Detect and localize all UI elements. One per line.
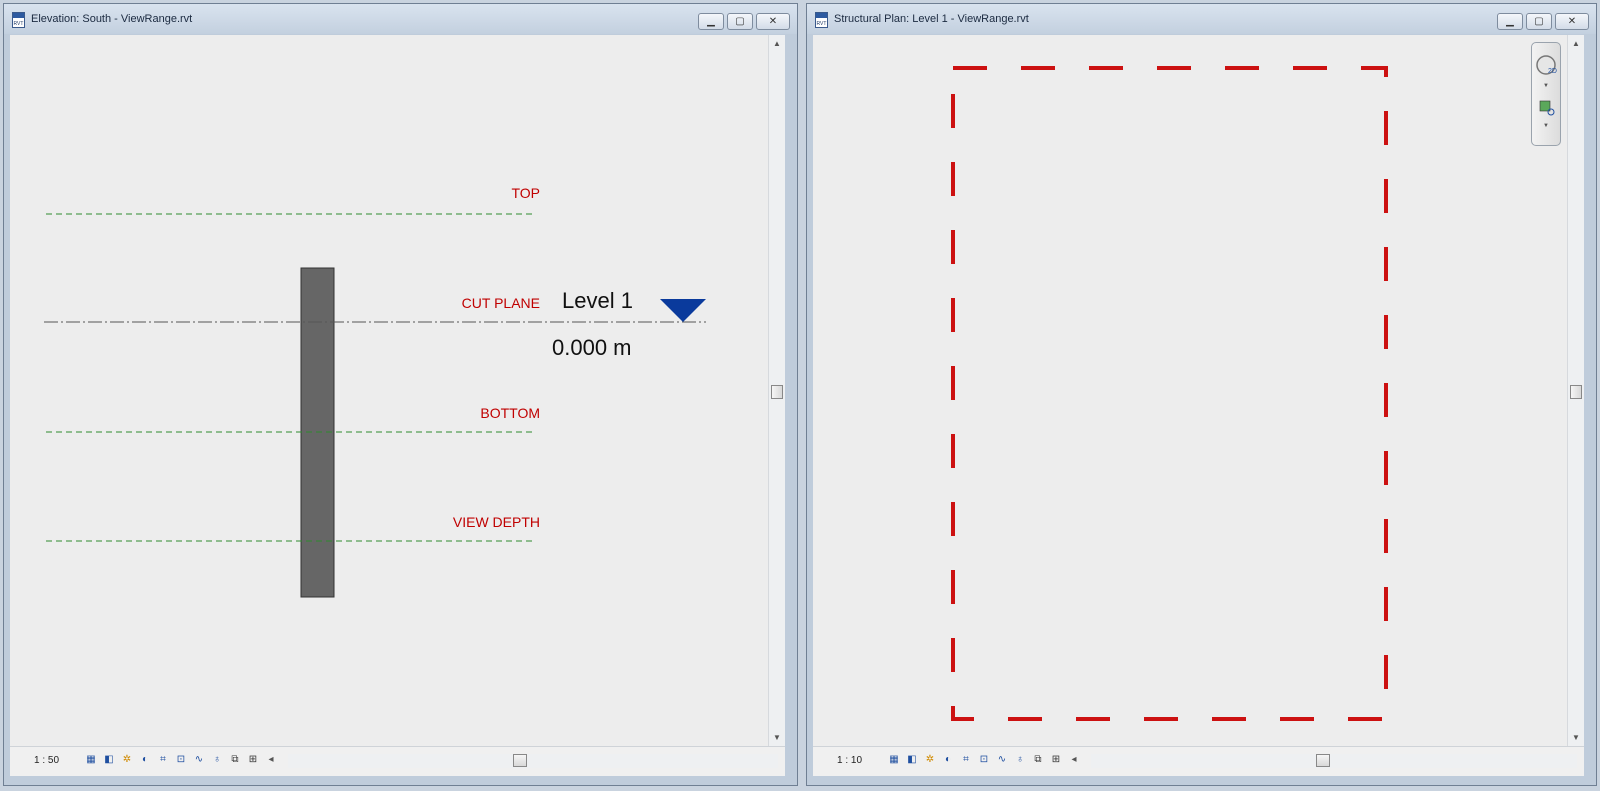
minimize-button[interactable]: ▁	[698, 13, 724, 30]
view-control-bar: 1 : 50 ▦ ◧ ✲ ◐ ⌗ ⊡ ∿ ♁ ⧉ ⊞ ◂	[10, 746, 785, 776]
view-scale[interactable]: 1 : 10	[837, 755, 862, 766]
analytical-model-icon[interactable]: ⊞	[1049, 753, 1063, 767]
window-title: Structural Plan: Level 1 - ViewRange.rvt	[834, 13, 1029, 25]
horizontal-scrollbar[interactable]	[1091, 754, 1577, 768]
view-control-bar: 1 : 10 ▦ ◧ ✲ ◐ ⌗ ⊡ ∿ ♁ ⧉ ⊞ ◂	[813, 746, 1584, 776]
level-marker-icon[interactable]	[660, 299, 706, 322]
title-bar[interactable]: Elevation: South - ViewRange.rvt ▁ ▢ ✕	[4, 4, 797, 34]
scroll-left-arrow-icon[interactable]: ◂	[264, 753, 278, 767]
vertical-scrollbar[interactable]: ▲ ▼	[1567, 35, 1584, 746]
level-name[interactable]: Level 1	[562, 288, 633, 313]
scroll-down-arrow-icon[interactable]: ▼	[769, 733, 785, 742]
close-button[interactable]: ✕	[756, 13, 790, 30]
horizontal-scroll-thumb[interactable]	[513, 754, 527, 767]
crop-view-icon[interactable]: ⌗	[156, 753, 170, 767]
steering-wheel-label: 2D	[1548, 68, 1557, 75]
scroll-up-arrow-icon[interactable]: ▲	[769, 39, 785, 48]
window-title: Elevation: South - ViewRange.rvt	[31, 13, 193, 25]
detail-level-icon[interactable]: ▦	[887, 753, 901, 767]
worksharing-icon[interactable]: ⧉	[228, 753, 242, 767]
view-scale[interactable]: 1 : 50	[34, 755, 59, 766]
drawing-canvas[interactable]: 2D ▼ ▼	[813, 35, 1567, 746]
top-label: TOP	[511, 185, 540, 201]
scroll-up-arrow-icon[interactable]: ▲	[1568, 39, 1584, 48]
scroll-left-arrow-icon[interactable]: ◂	[1067, 753, 1081, 767]
revit-document-icon	[815, 12, 828, 28]
level-elevation[interactable]: 0.000 m	[552, 335, 632, 360]
sun-path-icon[interactable]: ✲	[923, 753, 937, 767]
crop-view-icon[interactable]: ⌗	[959, 753, 973, 767]
elevation-view-window: Elevation: South - ViewRange.rvt ▁ ▢ ✕ T…	[3, 3, 798, 786]
visual-style-icon[interactable]: ◧	[102, 753, 116, 767]
structural-plan-window: Structural Plan: Level 1 - ViewRange.rvt…	[806, 3, 1597, 786]
view-range-boundary[interactable]	[951, 66, 1388, 721]
revit-document-icon	[12, 12, 25, 28]
close-button[interactable]: ✕	[1555, 13, 1589, 30]
vertical-scrollbar[interactable]: ▲ ▼	[768, 35, 785, 746]
zoom-icon[interactable]	[1539, 100, 1551, 112]
plan-drawing	[951, 66, 1388, 721]
horizontal-scroll-thumb[interactable]	[1316, 754, 1330, 767]
vertical-scroll-thumb[interactable]	[1570, 385, 1582, 399]
bottom-label: BOTTOM	[480, 405, 540, 421]
show-crop-icon[interactable]: ⊡	[977, 753, 991, 767]
zoom-dropdown-icon: ▼	[1543, 123, 1549, 129]
drawing-canvas[interactable]: TOP CUT PLANE Level 1 0.000 m BOTTOM VIE…	[10, 35, 768, 746]
sun-path-icon[interactable]: ✲	[120, 753, 134, 767]
navigation-bar[interactable]: 2D ▼ ▼	[1531, 42, 1561, 146]
scroll-down-arrow-icon[interactable]: ▼	[1568, 733, 1584, 742]
shadows-icon[interactable]: ◐	[941, 753, 955, 767]
worksharing-icon[interactable]: ⧉	[1031, 753, 1045, 767]
temporary-hide-icon[interactable]: ∿	[995, 753, 1009, 767]
zoom-magnifier-icon	[1547, 108, 1555, 116]
minimize-button[interactable]: ▁	[1497, 13, 1523, 30]
elevation-drawing: TOP CUT PLANE Level 1 0.000 m BOTTOM VIE…	[44, 185, 706, 598]
analytical-model-icon[interactable]: ⊞	[246, 753, 260, 767]
detail-level-icon[interactable]: ▦	[84, 753, 98, 767]
shadows-icon[interactable]: ◐	[138, 753, 152, 767]
vertical-scroll-thumb[interactable]	[771, 385, 783, 399]
wheel-dropdown-icon: ▼	[1543, 83, 1549, 89]
title-bar[interactable]: Structural Plan: Level 1 - ViewRange.rvt…	[807, 4, 1596, 34]
temporary-hide-icon[interactable]: ∿	[192, 753, 206, 767]
visual-style-icon[interactable]: ◧	[905, 753, 919, 767]
show-crop-icon[interactable]: ⊡	[174, 753, 188, 767]
nav-bar-tools: 2D ▼ ▼	[1536, 55, 1557, 129]
horizontal-scrollbar[interactable]	[288, 754, 778, 768]
view-depth-label: VIEW DEPTH	[453, 514, 540, 530]
restore-button[interactable]: ▢	[727, 13, 753, 30]
cut-plane-label: CUT PLANE	[462, 295, 540, 311]
reveal-hidden-icon[interactable]: ♁	[210, 753, 224, 767]
restore-button[interactable]: ▢	[1526, 13, 1552, 30]
reveal-hidden-icon[interactable]: ♁	[1013, 753, 1027, 767]
